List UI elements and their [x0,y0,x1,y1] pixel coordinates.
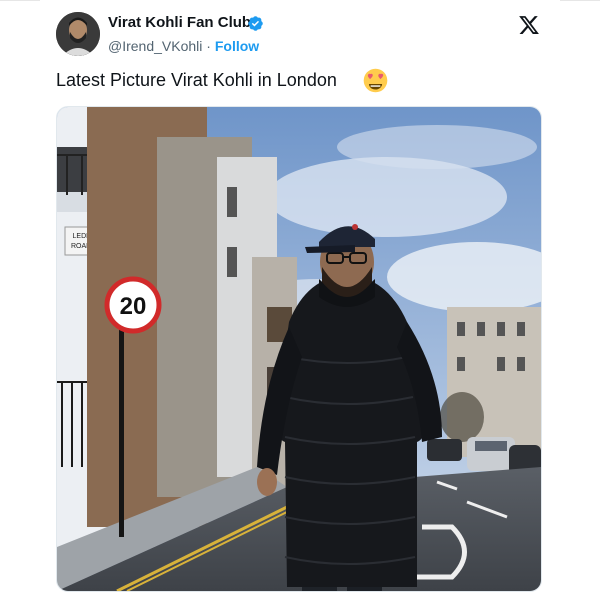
account-name[interactable]: Virat Kohli Fan Club [108,14,251,31]
speed-limit-sign-text: 20 [120,293,147,320]
follow-button[interactable]: Follow [215,38,259,54]
handle-row: @Irend_VKohli · Follow [108,38,259,54]
tweet-card: Virat Kohli Fan Club @Irend_VKohli · Fol… [40,0,560,600]
tweet-photo[interactable]: LEDBURY ROAD W11 [56,106,542,592]
heart-eyes-emoji [363,68,388,93]
verified-badge-icon [248,16,263,31]
avatar[interactable] [56,12,100,56]
separator-dot: · [206,38,211,54]
tweet-text: Latest Picture Virat Kohli in London [56,70,337,90]
x-logo-icon[interactable] [518,14,540,36]
account-handle[interactable]: @Irend_VKohli [108,38,202,54]
